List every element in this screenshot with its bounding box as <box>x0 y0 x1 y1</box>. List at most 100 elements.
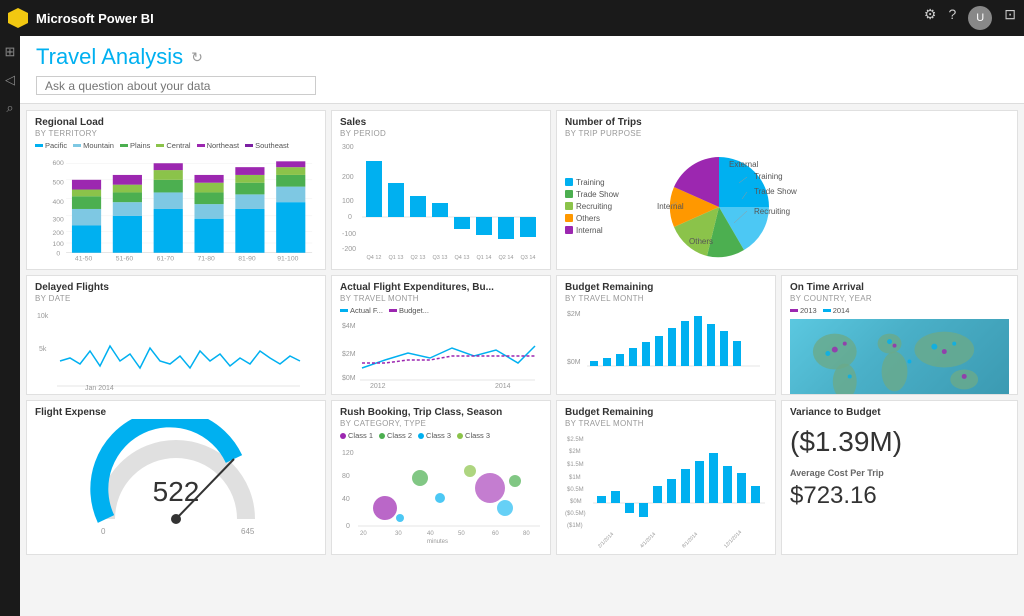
regional-load-title: Regional Load <box>35 117 317 128</box>
actual-exp-chart: $4M $2M $0M 2012 2014 <box>340 318 540 388</box>
rush-booking-subtitle: BY CATEGORY, TYPE <box>340 419 542 428</box>
legend-others: Others <box>565 214 635 223</box>
legend-southeast: Southeast <box>245 141 289 150</box>
budget-big-subtitle: BY TRAVEL MONTH <box>565 419 767 428</box>
svg-text:200: 200 <box>342 174 354 181</box>
sales-subtitle: BY PERIOD <box>340 129 542 138</box>
svg-text:40: 40 <box>427 531 434 537</box>
svg-text:40: 40 <box>342 496 350 503</box>
page-title: Travel Analysis <box>36 44 183 70</box>
svg-text:100: 100 <box>53 241 65 248</box>
legend-mountain: Mountain <box>73 141 114 150</box>
svg-text:30: 30 <box>395 531 402 537</box>
legend-plains: Plains <box>120 141 150 150</box>
flight-expense-card: Flight Expense 0 645 522 <box>26 400 326 555</box>
svg-text:20: 20 <box>360 531 367 537</box>
regional-load-subtitle: BY TERRITORY <box>35 129 317 138</box>
svg-text:51-60: 51-60 <box>116 256 134 263</box>
budget-small-chart: $2M $0M <box>565 306 765 384</box>
budget-big-chart: $2.5M $2M $1.5M $1M $0.5M $0M ($0.5M) ($… <box>565 431 770 551</box>
sidebar-home-icon[interactable]: ⊞ <box>5 44 16 60</box>
svg-text:4/1/2014: 4/1/2014 <box>639 531 657 549</box>
trips-title: Number of Trips <box>565 117 1009 128</box>
svg-text:91-100: 91-100 <box>277 256 298 263</box>
svg-text:Q3 13: Q3 13 <box>433 255 448 261</box>
title-row: Travel Analysis ↻ <box>36 44 1008 70</box>
svg-text:10k: 10k <box>37 313 49 320</box>
legend-pacific: Pacific <box>35 141 67 150</box>
svg-text:$0M: $0M <box>567 359 581 366</box>
svg-text:50: 50 <box>458 531 465 537</box>
average-cost-value: $723.16 <box>790 482 1009 510</box>
delayed-subtitle: BY DATE <box>35 294 317 303</box>
legend-tradeshow: Trade Show <box>565 190 635 199</box>
legend-training: Training <box>565 178 635 187</box>
svg-text:Jan 2014: Jan 2014 <box>85 385 114 391</box>
svg-text:300: 300 <box>53 217 65 224</box>
rush-booking-title: Rush Booking, Trip Class, Season <box>340 407 542 418</box>
avatar[interactable]: U <box>968 6 992 30</box>
budget-small-subtitle: BY TRAVEL MONTH <box>565 294 767 303</box>
svg-text:100: 100 <box>342 198 354 205</box>
delayed-title: Delayed Flights <box>35 282 317 293</box>
svg-text:71-80: 71-80 <box>197 256 215 263</box>
svg-text:$0M: $0M <box>342 375 356 382</box>
powerbi-logo <box>8 8 28 28</box>
regional-load-chart: 600 500 400 300 200 100 0 <box>35 153 317 263</box>
gauge-chart: 0 645 522 <box>86 419 266 539</box>
sidebar-back-icon[interactable]: ◁ <box>5 72 15 88</box>
svg-text:522: 522 <box>153 476 200 507</box>
svg-text:Q1 14: Q1 14 <box>477 255 492 261</box>
settings-icon[interactable]: ⚙ <box>924 6 937 30</box>
actual-exp-subtitle: BY TRAVEL MONTH <box>340 294 542 303</box>
delayed-chart: 10k 5k Jan 2014 <box>35 306 305 391</box>
svg-text:$2M: $2M <box>567 311 581 318</box>
svg-text:$2M: $2M <box>342 351 356 358</box>
search-input[interactable] <box>36 76 316 95</box>
budget-remaining-small-card: Budget Remaining BY TRAVEL MONTH $2M $0M <box>556 275 776 395</box>
svg-text:$1.5M: $1.5M <box>567 462 584 468</box>
svg-text:0: 0 <box>346 523 350 530</box>
refresh-icon[interactable]: ↻ <box>191 49 203 66</box>
help-icon[interactable]: ? <box>948 6 956 30</box>
sales-title: Sales <box>340 117 542 128</box>
legend-recruiting: Recruiting <box>565 202 635 211</box>
dashboard: Regional Load BY TERRITORY Pacific Mount… <box>20 104 1024 616</box>
svg-text:$0.5M: $0.5M <box>567 487 584 493</box>
page-header: Travel Analysis ↻ <box>20 36 1024 104</box>
sidebar-search-icon[interactable]: ⌕ <box>6 100 13 116</box>
svg-text:81-90: 81-90 <box>238 256 256 263</box>
top-bar-actions: ⚙ ? U ⊡ <box>924 6 1016 30</box>
svg-text:0: 0 <box>56 251 60 258</box>
svg-text:Q4 13: Q4 13 <box>455 255 470 261</box>
legend-internal: Internal <box>565 226 635 235</box>
average-cost-label: Average Cost Per Trip <box>790 468 1009 478</box>
svg-text:400: 400 <box>53 199 65 206</box>
svg-text:200: 200 <box>53 230 65 237</box>
rush-booking-card: Rush Booking, Trip Class, Season BY CATE… <box>331 400 551 555</box>
sidebar: ⊞ ◁ ⌕ <box>0 36 20 616</box>
window-controls[interactable]: ⊡ <box>1004 6 1016 30</box>
svg-text:645: 645 <box>241 527 255 536</box>
svg-text:$0M: $0M <box>570 499 582 505</box>
svg-text:Q1 13: Q1 13 <box>389 255 404 261</box>
trips-pie-chart: Training Trade Show Recruiting Others In… <box>639 139 799 271</box>
svg-text:($1M): ($1M) <box>567 523 583 529</box>
svg-text:61-70: 61-70 <box>157 256 175 263</box>
on-time-arrival-card: On Time Arrival BY COUNTRY, YEAR 2013 20… <box>781 275 1018 395</box>
svg-text:2/1/2014: 2/1/2014 <box>597 531 615 549</box>
svg-text:Training: Training <box>754 172 783 181</box>
variance-card: Variance to Budget ($1.39M) Average Cost… <box>781 400 1018 555</box>
budget-small-title: Budget Remaining <box>565 282 767 293</box>
sales-card: Sales BY PERIOD 300 200 100 0 -100 -200 <box>331 110 551 270</box>
regional-load-card: Regional Load BY TERRITORY Pacific Mount… <box>26 110 326 270</box>
svg-text:500: 500 <box>53 180 65 187</box>
svg-text:80: 80 <box>342 473 350 480</box>
svg-text:120: 120 <box>342 450 354 457</box>
svg-text:$1M: $1M <box>569 475 581 481</box>
actual-exp-title: Actual Flight Expenditures, Bu... <box>340 282 542 293</box>
flight-expense-title: Flight Expense <box>35 407 317 418</box>
svg-text:Q2 14: Q2 14 <box>499 255 514 261</box>
svg-text:-200: -200 <box>342 246 356 253</box>
world-map: © 2014 Microsoft Corporation © 2014 Noki… <box>790 319 1009 395</box>
